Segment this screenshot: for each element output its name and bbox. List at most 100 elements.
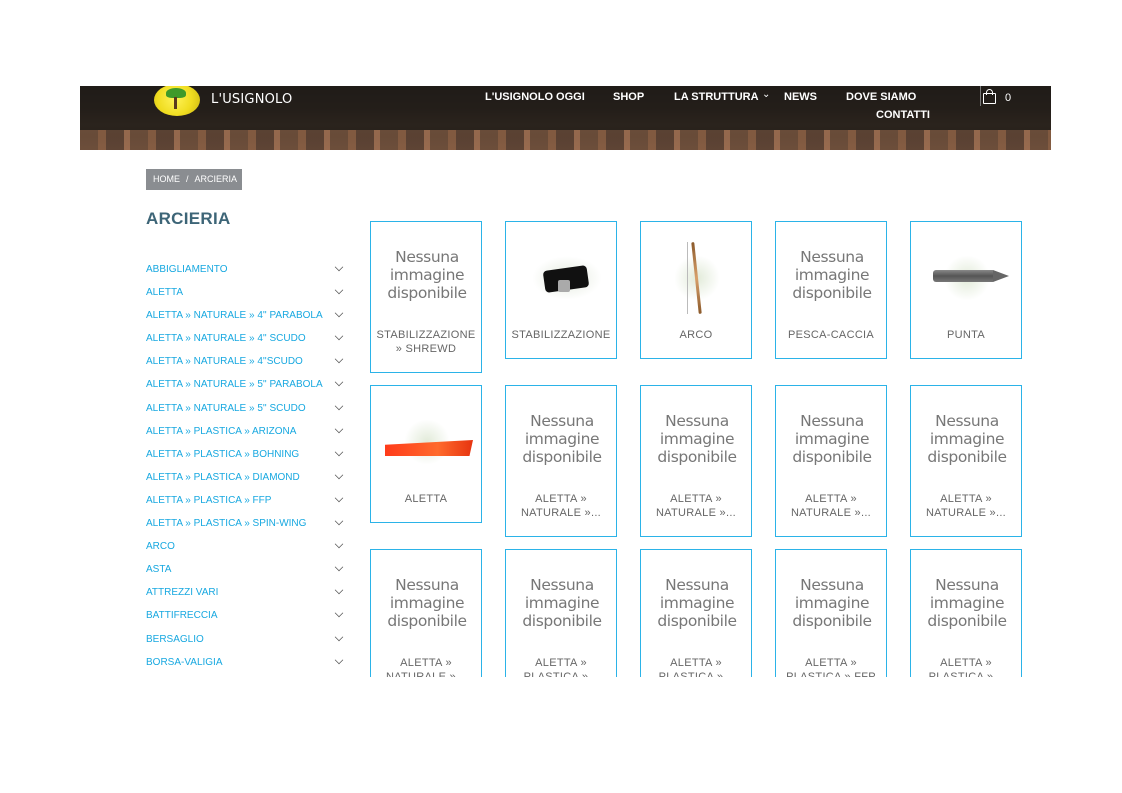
sidebar-item[interactable]: ALETTA » PLASTICA » ARIZONA [146,424,346,447]
product-label[interactable]: STABILIZZAZIONE [508,328,614,342]
sidebar-item[interactable]: ALETTA » PLASTICA » SPIN-WING [146,516,346,539]
sidebar-item[interactable]: ATTREZZI VARI [146,585,346,608]
product-card[interactable]: Nessuna immagine disponibile STABILIZZAZ… [370,221,482,373]
product-label[interactable]: ALETTA » PLASTICA »... [508,656,614,677]
sidebar-item[interactable]: BORSA-VALIGIA [146,655,346,678]
no-image-placeholder[interactable]: Nessuna immagine disponibile [784,400,880,480]
breadcrumb-home[interactable]: HOME [153,174,180,184]
chevron-down-icon[interactable] [334,401,344,410]
sidebar-item-label[interactable]: ALETTA » PLASTICA » SPIN-WING [146,518,306,529]
no-image-placeholder[interactable]: Nessuna immagine disponibile [514,400,610,480]
no-image-placeholder[interactable]: Nessuna immagine disponibile [784,236,880,316]
sidebar-item[interactable]: ALETTA » NATURALE » 5'' PARABOLA [146,377,346,400]
sidebar-item[interactable]: ABBIGLIAMENTO [146,262,346,285]
no-image-placeholder[interactable]: Nessuna immagine disponibile [784,564,880,644]
sidebar-item-label[interactable]: BORSA-VALIGIA [146,657,223,668]
sidebar-item[interactable]: ARCO [146,539,346,562]
chevron-down-icon[interactable] [334,470,344,480]
chevron-down-icon[interactable] [334,424,344,433]
product-label[interactable]: ALETTA » PLASTICA » FFP [778,656,884,677]
sidebar-item[interactable]: ALETTA » PLASTICA » FFP [146,493,346,516]
sidebar-item[interactable]: ALETTA » PLASTICA » DIAMOND [146,470,346,493]
product-card[interactable]: Nessuna immagine disponibile ALETTA » NA… [910,385,1022,537]
product-card[interactable]: ALETTA [370,385,482,523]
chevron-down-icon[interactable] [334,285,344,295]
logo-icon[interactable] [152,86,200,116]
sidebar-item[interactable]: ALETTA » NATURALE » 4'' SCUDO [146,331,346,354]
chevron-down-icon[interactable] [334,355,344,364]
cart-count[interactable]: 0 [1005,92,1011,104]
sidebar-item[interactable]: ALETTA » PLASTICA » BOHNING [146,447,346,470]
sidebar-item-label[interactable]: ASTA [146,564,171,575]
chevron-down-icon[interactable] [334,493,344,503]
nav-la-struttura[interactable]: LA STRUTTURA [674,91,759,103]
shopping-bag-icon[interactable] [982,89,998,104]
sidebar-item-label[interactable]: ALETTA » NATURALE » 5'' SCUDO [146,403,306,414]
sidebar-item-label[interactable]: BERSAGLIO [146,634,204,645]
sidebar-item-label[interactable]: ARCO [146,541,175,552]
nav-news[interactable]: NEWS [784,91,817,103]
product-label[interactable]: STABILIZZAZIONE » SHREWD [373,328,479,356]
sidebar-item[interactable]: BATTIFRECCIA [146,608,346,631]
chevron-down-icon[interactable] [334,516,344,526]
product-label[interactable]: ALETTA » NATURALE »... [373,656,479,677]
chevron-down-icon[interactable]: ⌄ [762,89,770,100]
sidebar-item-label[interactable]: ABBIGLIAMENTO [146,264,228,275]
product-label[interactable]: PESCA-CACCIA [778,328,884,342]
product-label[interactable]: ARCO [643,328,749,342]
nav-dove-siamo[interactable]: DOVE SIAMO [846,91,916,103]
chevron-down-icon[interactable] [334,539,344,549]
product-label[interactable]: ALETTA » NATURALE »... [643,492,749,520]
product-label[interactable]: ALETTA » NATURALE »... [778,492,884,520]
chevron-down-icon[interactable] [334,447,344,456]
product-card[interactable]: Nessuna immagine disponibile ALETTA » NA… [505,385,617,537]
chevron-down-icon[interactable] [334,655,344,664]
sidebar-item-label[interactable]: ALETTA » PLASTICA » BOHNING [146,449,299,460]
sidebar-item-label[interactable]: ALETTA » NATURALE » 4'' PARABOLA [146,310,323,321]
chevron-down-icon[interactable] [334,308,344,318]
product-card[interactable]: Nessuna immagine disponibile ALETTA » NA… [370,549,482,677]
no-image-placeholder[interactable]: Nessuna immagine disponibile [649,400,745,480]
product-label[interactable]: ALETTA » NATURALE »... [508,492,614,520]
sidebar-item-label[interactable]: ALETTA » PLASTICA » FFP [146,495,271,506]
product-card[interactable]: Nessuna immagine disponibile ALETTA » PL… [640,549,752,677]
product-card[interactable]: Nessuna immagine disponibile ALETTA » NA… [640,385,752,537]
sidebar-item[interactable]: ALETTA » NATURALE » 4'' PARABOLA [146,308,346,331]
chevron-down-icon[interactable] [334,632,344,641]
nav-shop[interactable]: SHOP [613,91,644,103]
chevron-down-icon[interactable] [334,609,344,618]
no-image-placeholder[interactable]: Nessuna immagine disponibile [919,400,1015,480]
nav-contatti[interactable]: CONTATTI [876,109,930,121]
product-label[interactable]: ALETTA » PLASTICA »... [913,656,1019,677]
sidebar-item-label[interactable]: ALETTA » NATURALE » 4''SCUDO [146,356,303,367]
sidebar-item[interactable]: BERSAGLIO [146,632,346,655]
sidebar-item-label[interactable]: ALETTA [146,287,183,298]
chevron-down-icon[interactable] [334,562,344,572]
nav-usignolo-oggi[interactable]: L'USIGNOLO OGGI [485,91,585,103]
product-label[interactable]: ALETTA » NATURALE »... [913,492,1019,520]
sidebar-item-label[interactable]: ALETTA » PLASTICA » ARIZONA [146,426,296,437]
chevron-down-icon[interactable] [334,378,344,387]
product-image[interactable] [919,236,1015,316]
product-label[interactable]: PUNTA [913,328,1019,342]
sidebar-item[interactable]: ALETTA » NATURALE » 4''SCUDO [146,354,346,377]
chevron-down-icon[interactable] [334,262,344,272]
sidebar-item-label[interactable]: ATTREZZI VARI [146,587,218,598]
brand-name[interactable]: L'USIGNOLO [211,92,292,107]
product-card[interactable]: Nessuna immagine disponibile ALETTA » NA… [775,385,887,537]
product-card[interactable]: PUNTA [910,221,1022,359]
no-image-placeholder[interactable]: Nessuna immagine disponibile [514,564,610,644]
no-image-placeholder[interactable]: Nessuna immagine disponibile [649,564,745,644]
chevron-down-icon[interactable] [334,332,344,341]
product-card[interactable]: ARCO [640,221,752,359]
no-image-placeholder[interactable]: Nessuna immagine disponibile [379,236,475,316]
sidebar-item-label[interactable]: ALETTA » NATURALE » 4'' SCUDO [146,333,306,344]
chevron-down-icon[interactable] [334,586,344,595]
product-image[interactable] [379,400,475,480]
product-label[interactable]: ALETTA [373,492,479,506]
no-image-placeholder[interactable]: Nessuna immagine disponibile [919,564,1015,644]
product-card[interactable]: Nessuna immagine disponibile PESCA-CACCI… [775,221,887,359]
sidebar-item-label[interactable]: ALETTA » PLASTICA » DIAMOND [146,472,300,483]
sidebar-item-label[interactable]: ALETTA » NATURALE » 5'' PARABOLA [146,379,323,390]
product-card[interactable]: Nessuna immagine disponibile ALETTA » PL… [910,549,1022,677]
